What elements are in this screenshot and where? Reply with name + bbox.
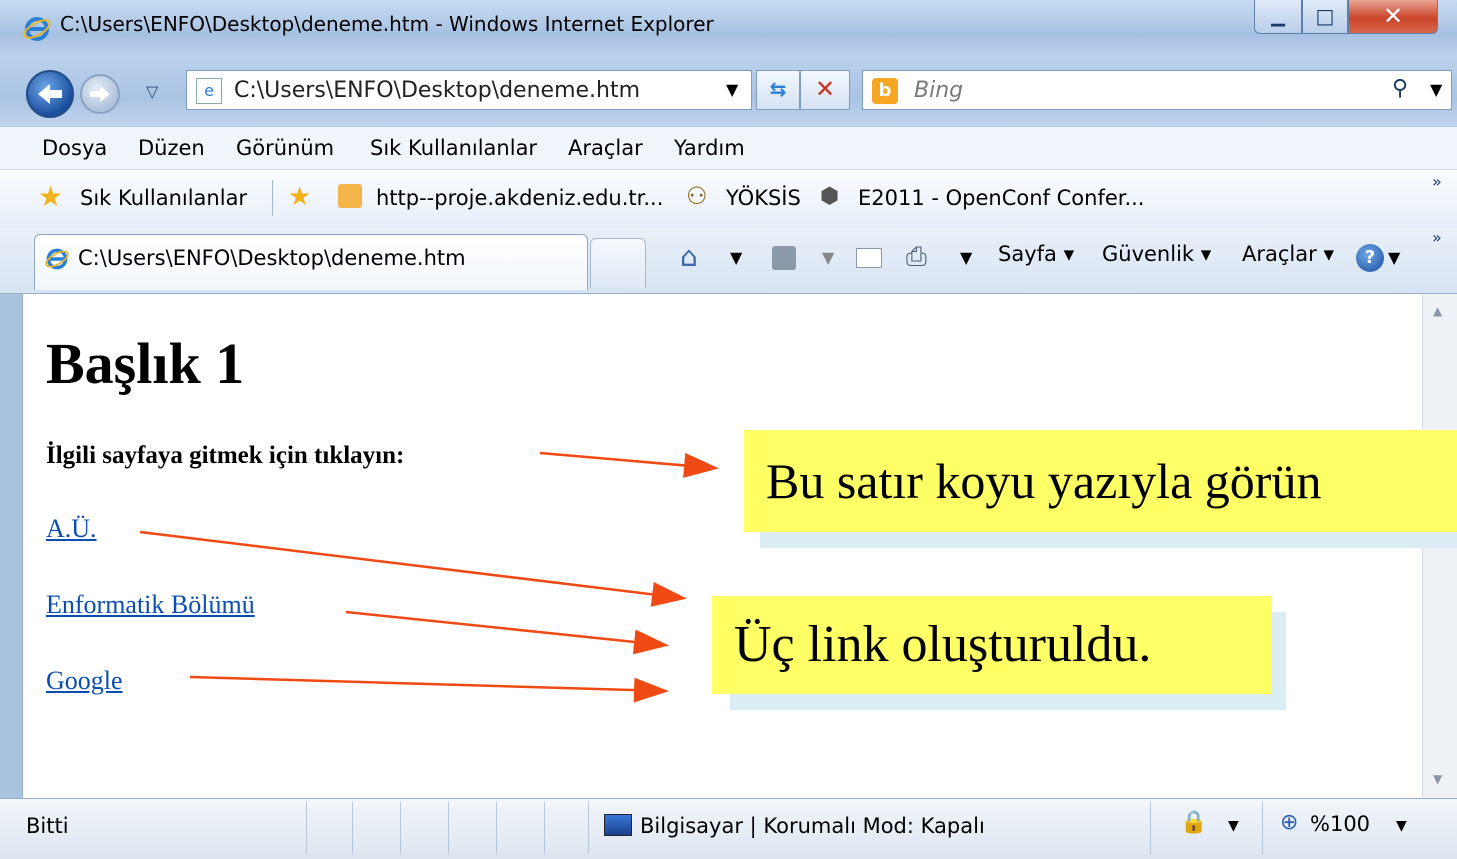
- page-icon: e: [196, 78, 222, 104]
- commandbar-overflow-icon[interactable]: »: [1432, 228, 1442, 247]
- minimize-button[interactable]: ▁: [1254, 0, 1302, 34]
- computer-zone-icon: [604, 814, 632, 836]
- favorites-separator: [272, 180, 273, 216]
- status-divider: [544, 802, 545, 854]
- recent-pages-dropdown[interactable]: ▽: [146, 82, 158, 101]
- print-icon[interactable]: ⎙: [906, 242, 927, 273]
- back-arrow-icon: [38, 84, 62, 104]
- favorite-link-yoksis[interactable]: YÖKSİS: [726, 186, 801, 210]
- bing-icon: b: [872, 78, 898, 104]
- back-button[interactable]: [26, 70, 74, 118]
- menu-view[interactable]: Görünüm: [236, 136, 334, 160]
- status-divider: [400, 802, 401, 854]
- favorites-star-icon: ★: [38, 180, 64, 213]
- page-menu-label: Sayfa: [998, 242, 1057, 266]
- callout-bold-note: Bu satır koyu yazıyla görün: [744, 430, 1457, 532]
- print-dropdown-icon[interactable]: ▼: [960, 248, 972, 267]
- safety-menu[interactable]: Güvenlik ▾: [1102, 242, 1211, 266]
- zoom-dropdown-icon[interactable]: ▼: [1396, 818, 1407, 834]
- tools-menu[interactable]: Araçlar ▾: [1242, 242, 1334, 266]
- home-dropdown-icon[interactable]: ▼: [730, 248, 742, 267]
- zoom-level[interactable]: %100: [1310, 812, 1370, 836]
- web-slice-icon: [338, 184, 362, 208]
- window-title: C:\Users\ENFO\Desktop\deneme.htm - Windo…: [60, 12, 714, 36]
- help-icon[interactable]: ?: [1356, 244, 1384, 272]
- scroll-down-icon[interactable]: ▼: [1433, 772, 1442, 786]
- ie-logo-icon: [23, 17, 51, 41]
- refresh-icon: ⇆: [769, 77, 787, 101]
- protected-mode-dropdown-icon[interactable]: ▼: [1228, 818, 1239, 834]
- favorites-button[interactable]: Sık Kullanılanlar: [80, 186, 247, 210]
- yoksis-icon: ⚇: [686, 182, 708, 210]
- feeds-dropdown-icon[interactable]: ▼: [822, 248, 834, 267]
- maximize-icon: □: [1315, 4, 1335, 28]
- link-au[interactable]: A.Ü.: [46, 514, 97, 544]
- favorites-overflow-icon[interactable]: »: [1432, 172, 1442, 191]
- page-menu[interactable]: Sayfa ▾: [998, 242, 1074, 266]
- safety-menu-label: Güvenlik: [1102, 242, 1195, 266]
- close-button[interactable]: ✕: [1348, 0, 1438, 34]
- address-dropdown-icon[interactable]: ▼: [726, 80, 738, 99]
- new-tab-button[interactable]: [590, 238, 646, 288]
- address-text: C:\Users\ENFO\Desktop\deneme.htm: [234, 78, 641, 103]
- tools-menu-label: Araçlar: [1242, 242, 1317, 266]
- help-dropdown-icon[interactable]: ▼: [1388, 248, 1400, 267]
- forward-arrow-icon: [90, 86, 110, 102]
- feeds-icon[interactable]: [772, 246, 796, 270]
- menu-favorites[interactable]: Sık Kullanılanlar: [370, 136, 537, 160]
- forward-button[interactable]: [80, 74, 120, 114]
- status-text: Bitti: [26, 814, 69, 838]
- favorite-link-e2011[interactable]: E2011 - OpenConf Confer...: [858, 186, 1144, 210]
- home-icon[interactable]: ⌂: [680, 240, 698, 273]
- page-heading: Başlık 1: [46, 331, 245, 396]
- tab-title: C:\Users\ENFO\Desktop\deneme.htm: [78, 246, 466, 270]
- search-dropdown-icon[interactable]: ▼: [1430, 80, 1442, 99]
- refresh-button[interactable]: ⇆: [756, 70, 800, 110]
- opencconf-icon: ⬢: [820, 184, 840, 209]
- stop-icon: ✕: [814, 75, 836, 103]
- zoom-icon[interactable]: ⊕: [1280, 810, 1298, 835]
- status-divider: [1150, 802, 1151, 854]
- callout-links-note: Üç link oluşturuldu.: [712, 596, 1272, 694]
- minimize-icon: ▁: [1271, 6, 1285, 27]
- search-placeholder: Bing: [914, 78, 964, 103]
- maximize-button[interactable]: □: [1302, 0, 1348, 34]
- add-to-favorites-icon[interactable]: ★: [288, 182, 311, 212]
- menu-file[interactable]: Dosya: [42, 136, 107, 160]
- security-zone-text: Bilgisayar | Korumalı Mod: Kapalı: [640, 814, 985, 838]
- search-icon[interactable]: ⚲: [1392, 76, 1408, 101]
- scroll-up-icon[interactable]: ▲: [1433, 304, 1442, 318]
- protected-mode-icon[interactable]: 🔒: [1180, 810, 1207, 835]
- status-divider: [588, 802, 589, 854]
- status-divider: [1262, 802, 1263, 854]
- intro-text: İlgili sayfaya gitmek için tıklayın:: [46, 442, 405, 469]
- link-google[interactable]: Google: [46, 666, 123, 696]
- status-divider: [352, 802, 353, 854]
- status-divider: [496, 802, 497, 854]
- read-mail-icon[interactable]: [856, 248, 882, 268]
- menu-tools[interactable]: Araçlar: [568, 136, 643, 160]
- close-icon: ✕: [1382, 2, 1404, 30]
- status-divider: [306, 802, 307, 854]
- tab-ie-icon: [45, 248, 69, 270]
- link-enformatik[interactable]: Enformatik Bölümü: [46, 590, 255, 620]
- status-divider: [448, 802, 449, 854]
- favorite-link-proje[interactable]: http--proje.akdeniz.edu.tr...: [376, 186, 663, 210]
- stop-button[interactable]: ✕: [800, 70, 850, 110]
- menu-edit[interactable]: Düzen: [138, 136, 205, 160]
- menu-help[interactable]: Yardım: [674, 136, 745, 160]
